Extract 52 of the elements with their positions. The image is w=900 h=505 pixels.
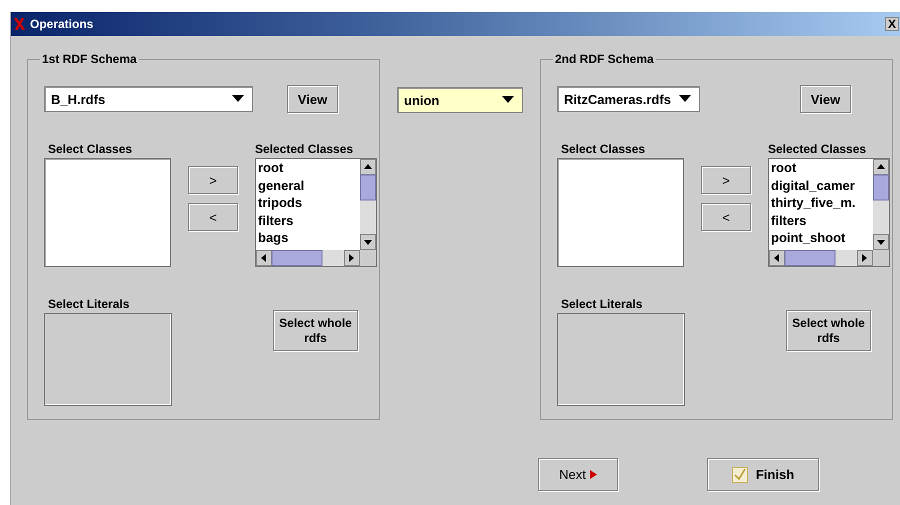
class-list-item[interactable]: filters bbox=[258, 212, 360, 230]
vertical-scrollbar[interactable] bbox=[873, 159, 889, 250]
class-list-item[interactable]: digital_camer bbox=[771, 176, 873, 194]
select-literals-label: Select Literals bbox=[47, 297, 130, 313]
selected-classes-list[interactable]: root general tripods filters bags bbox=[256, 159, 360, 250]
remove-button[interactable]: < bbox=[701, 203, 751, 231]
literals-list[interactable] bbox=[557, 313, 685, 406]
literals-list[interactable] bbox=[44, 313, 172, 406]
close-button[interactable]: X bbox=[885, 17, 899, 31]
class-list-item[interactable]: thirty_five_m. bbox=[771, 194, 873, 212]
select-classes-label: Select Classes bbox=[47, 142, 134, 158]
operation-value: union bbox=[404, 92, 440, 108]
class-list-item[interactable]: root bbox=[258, 159, 360, 177]
selected-classes-label: Selected Classes bbox=[768, 142, 868, 158]
select-literals-label: Select Literals bbox=[560, 297, 644, 313]
file-dropdown[interactable]: B_H.rdfs bbox=[44, 86, 253, 112]
class-list-item[interactable]: filters bbox=[771, 212, 873, 230]
view-button[interactable]: View bbox=[287, 85, 338, 113]
add-button[interactable]: > bbox=[188, 166, 238, 194]
selected-classes-list[interactable]: root digital_camer thirty_five_m. filters point_shoot bbox=[769, 159, 873, 250]
file-name: B_H.rdfs bbox=[51, 92, 106, 106]
class-list-item[interactable]: bags bbox=[258, 229, 360, 247]
class-list-item[interactable]: tripods bbox=[258, 194, 360, 212]
view-button[interactable]: View bbox=[800, 85, 851, 113]
select-classes-label: Select Classes bbox=[560, 142, 646, 158]
horizontal-scrollbar[interactable] bbox=[256, 250, 360, 266]
add-button[interactable]: > bbox=[701, 166, 751, 194]
finish-button[interactable]: Finish bbox=[707, 458, 819, 491]
window-title: Operations bbox=[30, 17, 94, 31]
vertical-scrollbar[interactable] bbox=[360, 159, 376, 250]
select-whole-rdfs-button[interactable]: Select whole rdfs bbox=[786, 310, 871, 351]
file-name: RitzCameras.rdfs bbox=[564, 92, 671, 106]
dropdown-arrow-icon bbox=[679, 95, 691, 103]
class-list-item[interactable]: point_shoot bbox=[771, 229, 873, 247]
class-list-item[interactable]: root bbox=[771, 159, 873, 177]
horizontal-scrollbar[interactable] bbox=[769, 250, 873, 266]
classes-list[interactable] bbox=[44, 158, 171, 267]
classes-list[interactable] bbox=[557, 158, 684, 267]
panel-title: 1st RDF Schema bbox=[41, 52, 138, 66]
remove-button[interactable]: < bbox=[188, 203, 238, 231]
dropdown-arrow-icon bbox=[502, 96, 514, 104]
file-dropdown[interactable]: RitzCameras.rdfs bbox=[557, 86, 700, 112]
operation-dropdown[interactable]: union bbox=[397, 87, 523, 113]
class-list-item[interactable]: general bbox=[258, 176, 360, 194]
next-button[interactable]: Next bbox=[538, 458, 618, 491]
right-arrow-icon bbox=[590, 470, 597, 479]
selected-classes-label: Selected Classes bbox=[255, 142, 354, 158]
select-whole-rdfs-button[interactable]: Select whole rdfs bbox=[273, 310, 358, 351]
panel-title: 2nd RDF Schema bbox=[554, 52, 655, 66]
x-logo-icon bbox=[14, 18, 25, 30]
dropdown-arrow-icon bbox=[232, 95, 244, 103]
checkmark-icon bbox=[732, 466, 748, 482]
